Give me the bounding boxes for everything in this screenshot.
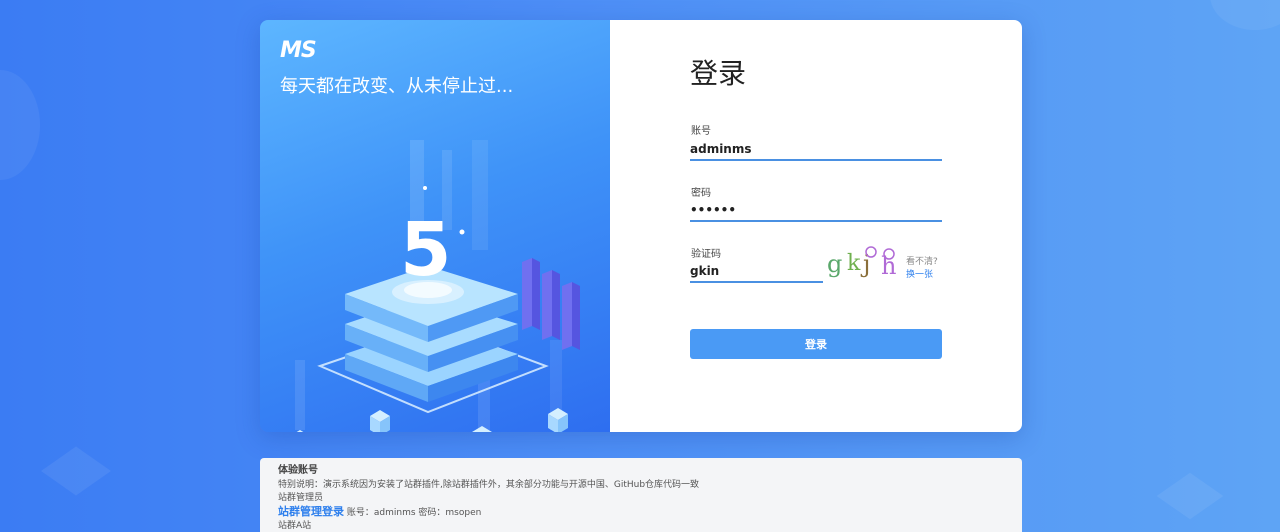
number-five: 5 (400, 207, 452, 293)
info-line: 站群管理登录 账号：adminms 密码：msopen (278, 505, 1004, 520)
server-stack-illustration: 5 (295, 140, 580, 432)
captcha-hint: 看不清? (906, 257, 938, 267)
captcha-char: k (847, 251, 861, 276)
info-credentials: 账号：adminms 密码：msopen (346, 508, 482, 518)
info-role: 站群A站 (278, 521, 312, 531)
captcha-image[interactable]: g k j h (823, 244, 903, 280)
login-title: 登录 (690, 57, 747, 90)
background-cube (41, 446, 111, 496)
password-label: 密码 (691, 188, 711, 199)
captcha-input[interactable] (690, 261, 823, 283)
info-note: 特别说明：演示系统因为安装了站群插件,除站群插件外，其余部分功能与开源中国、Gi… (278, 480, 700, 490)
account-label: 账号 (691, 126, 711, 137)
demo-account-panel: 体验账号 特别说明：演示系统因为安装了站群插件,除站群插件外，其余部分功能与开源… (260, 458, 1022, 532)
site-group-login-link[interactable]: 站群管理登录 (278, 505, 344, 518)
login-card: MS 每天都在改变、从未停止过... 5 (260, 20, 1022, 432)
info-role: 站群管理员 (278, 493, 324, 503)
captcha-label: 验证码 (691, 249, 721, 260)
captcha-refresh-link[interactable]: 换一张 (906, 267, 933, 280)
account-input[interactable] (690, 139, 942, 161)
password-input[interactable] (690, 200, 942, 222)
ms-logo: MS (280, 38, 317, 63)
background-circle (0, 70, 40, 180)
slogan: 每天都在改变、从未停止过... (280, 76, 514, 97)
form-panel (610, 20, 1022, 432)
captcha-char: g (827, 250, 842, 278)
login-button[interactable]: 登录 (690, 329, 942, 359)
captcha-char: j (860, 250, 870, 278)
brand-panel: MS 每天都在改变、从未停止过... 5 (260, 20, 610, 432)
info-title: 体验账号 (278, 465, 318, 476)
background-cube (1156, 472, 1224, 520)
background-circle (1210, 0, 1280, 30)
